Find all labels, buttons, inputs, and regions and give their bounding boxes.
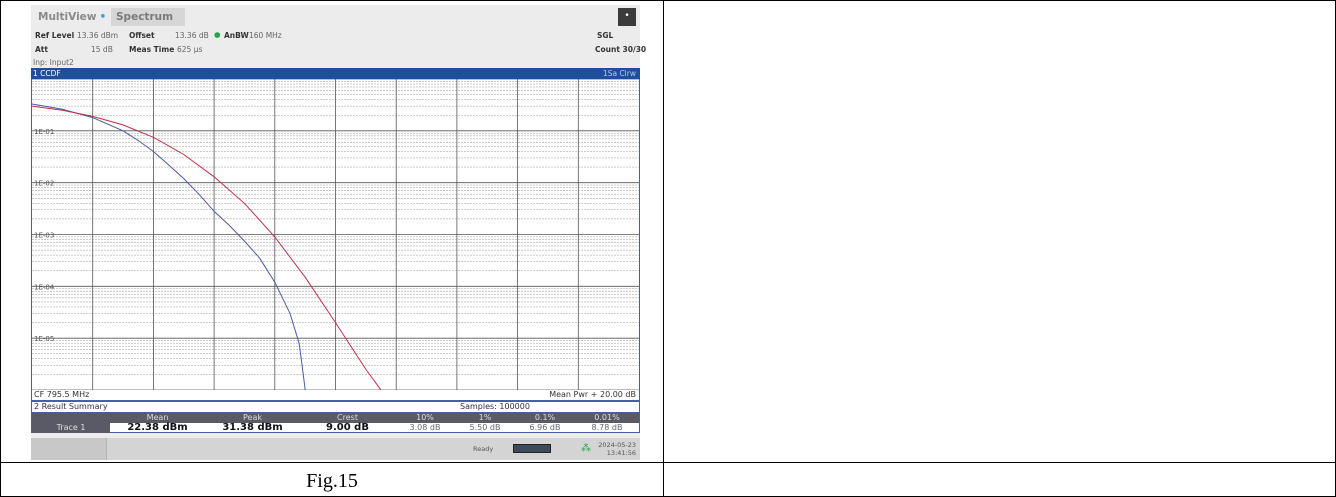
table-row: Trace 1 22.38 dBm 31.38 dBm 9.00 dB 3.08… xyxy=(32,423,639,433)
ccdf-plot[interactable]: 1E-01 1E-02 1E-03 1E-04 1E-05 xyxy=(31,79,640,402)
date-label: 2024-05-23 xyxy=(598,441,636,449)
measurement-settings: Ref Level 13.36 dBm Offset 13.36 dB ● An… xyxy=(31,29,646,69)
table-row-divider xyxy=(0,462,1336,463)
figure-caption: Fig.15 xyxy=(306,470,358,492)
offset-value: 13.36 dB xyxy=(175,31,209,40)
table-top-border xyxy=(0,0,1336,1)
input-label: Inp: Input2 xyxy=(33,58,74,67)
crest-value: 9.00 dB xyxy=(326,422,369,433)
ccdf-window-title: 1 CCDF xyxy=(33,69,61,78)
mean-power-label: Mean Pwr + 20.00 dB xyxy=(549,390,636,399)
center-frequency-label: CF 795.5 MHz xyxy=(34,390,90,399)
att-value: 15 dB xyxy=(91,45,113,54)
meas-time-key: Meas Time xyxy=(129,45,175,54)
table-left-border xyxy=(0,0,1,497)
network-icon: ⁂ xyxy=(581,443,591,454)
status-bar: Ready ⁂ 2024-05-23 13:41:56 xyxy=(31,438,640,460)
series-line-1 xyxy=(32,103,306,390)
att-key: Att xyxy=(35,45,48,54)
meas-time-value: 625 µs xyxy=(177,45,203,54)
tab-multiview-label: MultiView xyxy=(38,11,97,23)
y-tick-label: 1E-04 xyxy=(34,283,55,291)
y-tick-label: 1E-03 xyxy=(34,232,54,240)
ccdf-chart: 1E-01 1E-02 1E-03 1E-04 1E-05 xyxy=(32,79,639,390)
ready-status: Ready xyxy=(473,445,494,453)
result-summary-header: 2 Result Summary Samples: 100000 xyxy=(31,402,640,413)
y-tick-label: 1E-05 xyxy=(34,335,54,343)
header-0-1pct: 0.1% xyxy=(534,413,556,422)
anbw-value: 160 MHz xyxy=(249,31,282,40)
time-label: 13:41:56 xyxy=(606,449,636,457)
y-tick-label: 1E-01 xyxy=(34,128,54,136)
peak-value: 31.38 dBm xyxy=(222,422,283,433)
status-left-panel xyxy=(31,438,107,460)
datetime: 2024-05-23 13:41:56 xyxy=(598,441,636,457)
anbw-status-dot-icon: ● xyxy=(214,30,221,39)
samples-count: Samples: 100000 xyxy=(460,402,530,411)
value-10pct: 3.08 dB xyxy=(409,423,441,432)
ref-level-key: Ref Level xyxy=(35,31,75,40)
offset-key: Offset xyxy=(129,31,155,40)
modified-dot-icon: • xyxy=(99,11,107,23)
header-1pct: 1% xyxy=(478,413,492,422)
value-1pct: 5.50 dB xyxy=(469,423,501,432)
result-summary-table: Mean Peak Crest 10% 1% 0.1% 0.01% Trace … xyxy=(31,413,640,433)
header-10pct: 10% xyxy=(416,413,434,422)
value-0-1pct: 6.96 dB xyxy=(529,423,561,432)
anbw-key: AnBW xyxy=(224,31,249,40)
value-0-01pct: 8.78 dB xyxy=(591,423,623,432)
plot-footer: CF 795.5 MHz Mean Pwr + 20.00 dB xyxy=(31,390,640,401)
series-line-2 xyxy=(32,105,382,390)
ccdf-window-header[interactable]: 1 CCDF 1Sa Clrw xyxy=(31,68,640,79)
trace-1-label: Trace 1 xyxy=(32,423,110,433)
trace-indicator: 1Sa Clrw xyxy=(602,69,636,78)
mean-value: 22.38 dBm xyxy=(127,422,188,433)
y-tick-label: 1E-02 xyxy=(34,180,54,188)
tab-spectrum[interactable]: Spectrum xyxy=(111,8,185,26)
tab-bar: MultiView • Spectrum • xyxy=(31,5,640,27)
tab-spectrum-label: Spectrum xyxy=(116,11,174,23)
result-summary-title: 2 Result Summary xyxy=(34,402,108,411)
window-menu-button[interactable]: • xyxy=(618,8,636,26)
ref-level-value: 13.36 dBm xyxy=(77,31,119,40)
analyzer-screenshot: MultiView • Spectrum • Ref Level 13.36 dB… xyxy=(31,5,646,460)
header-0-01pct: 0.01% xyxy=(594,413,620,422)
table-column-divider xyxy=(663,0,664,497)
tab-multiview[interactable]: MultiView • xyxy=(33,8,111,26)
progress-meter xyxy=(513,444,551,453)
sweep-count: Count 30/30 xyxy=(595,45,647,54)
sweep-mode: SGL xyxy=(597,31,614,40)
